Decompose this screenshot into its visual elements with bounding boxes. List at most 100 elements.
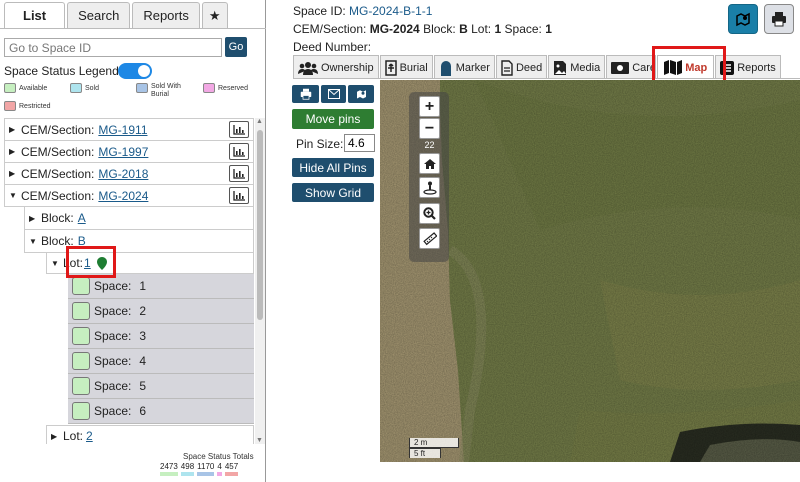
collapsed-icon: ▶ <box>9 125 16 134</box>
space-tree: ▶ CEM/Section: MG-1911 ▶ CEM/Section: MG… <box>4 118 254 444</box>
measure-button[interactable] <box>419 228 440 249</box>
scale-imperial: 5 ft <box>409 448 441 458</box>
image-icon <box>553 60 567 76</box>
tree-space-row[interactable]: Space: 5 <box>68 374 254 399</box>
space-number: 2 <box>139 304 147 318</box>
tab-care[interactable]: Care <box>606 55 657 79</box>
tree-section-row[interactable]: ▶ CEM/Section: MG-1911 <box>4 118 254 141</box>
tab-burial[interactable]: Burial <box>379 55 433 79</box>
tab-label: Media <box>570 61 601 74</box>
bar-chart-icon <box>233 168 245 179</box>
bar-chart-icon <box>233 146 245 157</box>
section-link[interactable]: MG-1911 <box>98 123 147 137</box>
tab-deed[interactable]: Deed <box>495 55 548 79</box>
move-pins-button[interactable]: Move pins <box>292 109 374 129</box>
users-icon <box>298 61 318 75</box>
expanded-icon: ▼ <box>51 258 59 268</box>
tree-block-row[interactable]: ▼ Block: B <box>24 229 254 253</box>
space-label: Space: <box>94 279 132 293</box>
left-tab-bar: List Search Reports ★ <box>4 2 230 28</box>
print-button[interactable] <box>764 4 794 34</box>
total-bar <box>180 472 195 476</box>
legend-toggle[interactable] <box>118 63 152 79</box>
map-location-button[interactable] <box>728 4 758 34</box>
scroll-up-icon[interactable]: ▲ <box>256 118 263 125</box>
magnify-plus-icon <box>423 207 436 220</box>
legend-swatch <box>136 83 148 93</box>
person-location-icon <box>422 181 437 195</box>
location-line: CEM/Section: MG-2024 Block: B Lot: 1 Spa… <box>293 22 552 36</box>
total-available: 2473 <box>160 462 178 476</box>
lot-link[interactable]: 2 <box>86 429 93 443</box>
go-button[interactable]: Go <box>225 37 247 57</box>
scroll-down-icon[interactable]: ▼ <box>256 437 263 444</box>
section-link[interactable]: MG-2018 <box>98 167 148 181</box>
tree-block-row[interactable]: ▶ Block: A <box>24 206 254 230</box>
total-reserved: 4 <box>217 462 222 476</box>
print-map-button[interactable] <box>292 85 319 103</box>
tab-search[interactable]: Search <box>67 2 131 28</box>
status-totals-title: Space Status Totals <box>183 452 254 461</box>
bar-chart-icon <box>233 124 245 135</box>
tree-section-row[interactable]: ▶ CEM/Section: MG-1997 <box>4 140 254 163</box>
home-icon <box>423 158 436 169</box>
tab-list[interactable]: List <box>4 2 66 28</box>
email-map-button[interactable] <box>321 85 346 103</box>
collapsed-icon: ▶ <box>51 431 58 441</box>
printer-icon <box>300 88 311 100</box>
plus-icon: + <box>424 97 435 115</box>
zoom-out-button[interactable]: − <box>419 118 440 139</box>
section-link[interactable]: MG-2024 <box>98 189 148 203</box>
status-swatch <box>72 352 90 370</box>
money-icon <box>611 61 630 74</box>
space-number: 3 <box>139 329 147 343</box>
block-link[interactable]: A <box>78 211 86 225</box>
pin-size-input[interactable] <box>344 134 375 152</box>
scrollbar-thumb[interactable] <box>257 130 263 320</box>
expanded-icon: ▼ <box>9 191 17 200</box>
hide-all-pins-button[interactable]: Hide All Pins <box>292 158 374 177</box>
tree-space-row[interactable]: Space: 3 <box>68 324 254 349</box>
legend-label: Sold <box>85 85 100 92</box>
tree-section-row[interactable]: ▶ CEM/Section: MG-2018 <box>4 162 254 185</box>
lot-value: 1 <box>494 22 502 36</box>
pin-size-label: Pin Size: <box>296 137 344 151</box>
section-label: CEM/Section: <box>21 188 95 203</box>
my-location-button[interactable] <box>419 177 440 198</box>
tab-marker[interactable]: Marker <box>433 55 495 79</box>
section-chart-button[interactable] <box>229 143 249 160</box>
section-chart-button[interactable] <box>229 121 249 138</box>
left-panel: List Search Reports ★ Go Space Status Le… <box>0 0 266 482</box>
space-label: Space: <box>504 22 542 36</box>
status-swatch <box>72 377 90 395</box>
tab-ownership[interactable]: Ownership <box>293 55 379 79</box>
section-chart-button[interactable] <box>229 165 249 182</box>
bar-chart-icon <box>233 190 245 201</box>
home-button[interactable] <box>419 153 440 174</box>
burial-icon <box>384 59 397 76</box>
space-id-input[interactable] <box>4 38 222 57</box>
space-label: Space: <box>94 304 132 318</box>
legend-label: Reserved <box>218 85 248 92</box>
zoom-in-button[interactable]: + <box>419 96 440 117</box>
show-grid-button[interactable]: Show Grid <box>292 183 374 202</box>
total-bar <box>197 472 215 476</box>
map-layer-button[interactable] <box>348 85 374 103</box>
tree-space-row[interactable]: Space: 6 <box>68 399 254 424</box>
total-value: 498 <box>180 462 195 471</box>
tree-scrollbar[interactable]: ▲ ▼ <box>255 118 265 444</box>
total-restricted: 457 <box>224 462 239 476</box>
tab-reports[interactable]: Reports <box>132 2 200 28</box>
tree-space-row[interactable]: Space: 4 <box>68 349 254 374</box>
total-bar <box>217 472 222 476</box>
section-link[interactable]: MG-1997 <box>98 145 148 159</box>
tab-media[interactable]: Media <box>548 55 606 79</box>
total-bar <box>160 472 178 476</box>
tree-lot-row[interactable]: ▶ Lot: 2 <box>46 425 254 444</box>
zoom-to-button[interactable] <box>419 203 440 224</box>
tab-favorites[interactable]: ★ <box>201 2 228 28</box>
tree-section-row[interactable]: ▼ CEM/Section: MG-2024 <box>4 184 254 207</box>
total-sold: 498 <box>180 462 195 476</box>
tree-space-row[interactable]: Space: 2 <box>68 299 254 324</box>
section-chart-button[interactable] <box>229 187 249 204</box>
